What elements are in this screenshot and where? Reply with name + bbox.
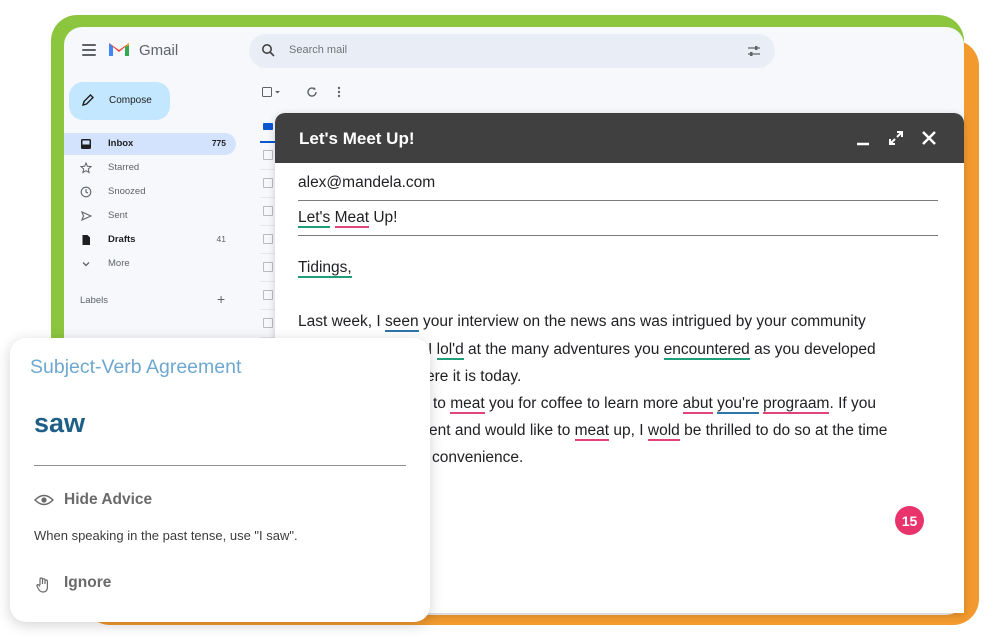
compose-button[interactable]: Compose <box>69 82 170 120</box>
nav-label: Sent <box>108 210 128 221</box>
compose-header: Let's Meet Up! <box>275 113 964 163</box>
greeting-line: Tidings, <box>298 259 352 278</box>
to-value: alex@mandela.com <box>298 174 436 191</box>
body-line-6: convenience. <box>432 449 524 466</box>
suggestion-category: Subject-Verb Agreement <box>30 356 242 378</box>
hide-advice-label: Hide Advice <box>64 491 153 508</box>
expand-icon[interactable] <box>888 130 904 146</box>
issue-word[interactable]: Meat <box>334 209 370 228</box>
issue-word[interactable]: lol'd <box>436 341 464 360</box>
compose-label: Compose <box>109 95 152 106</box>
hand-icon <box>36 577 48 593</box>
menu-icon[interactable] <box>82 44 96 59</box>
body-line-2: I lol'd at the many adventures you encou… <box>428 341 876 360</box>
subject-field[interactable]: Let's Meat Up! <box>298 201 938 236</box>
nav-item-snoozed[interactable]: Snoozed <box>64 181 236 203</box>
send-icon <box>81 210 92 222</box>
to-field[interactable]: alex@mandela.com <box>298 166 938 201</box>
subject-value: Let's Meat Up! <box>298 209 398 228</box>
clock-icon <box>80 186 92 198</box>
row-checkbox[interactable] <box>263 234 273 244</box>
issue-word[interactable]: meat <box>450 395 485 414</box>
eye-icon <box>34 494 54 506</box>
draft-icon <box>82 235 90 245</box>
nav-label: Inbox <box>108 138 134 149</box>
search-bar[interactable]: Search mail <box>249 34 775 68</box>
nav-item-inbox[interactable]: Inbox 775 <box>64 133 236 155</box>
nav-item-drafts[interactable]: Drafts 41 <box>64 229 236 251</box>
star-icon <box>80 162 92 174</box>
minimize-icon[interactable] <box>855 130 871 146</box>
nav-count: 775 <box>211 138 226 148</box>
nav-item-starred[interactable]: Starred <box>64 157 236 179</box>
issue-word[interactable]: wold <box>647 422 680 441</box>
nav-label: Drafts <box>108 234 136 245</box>
issue-word[interactable]: Tidings, <box>298 259 352 278</box>
subject-text: Up! <box>369 209 398 226</box>
issue-word[interactable]: abut <box>682 395 713 414</box>
nav-count: 41 <box>216 234 226 244</box>
suggestion-card: Subject-Verb Agreement saw Hide Advice W… <box>10 338 430 622</box>
chevron-down-icon <box>82 262 90 267</box>
nav-item-sent[interactable]: Sent <box>64 205 236 227</box>
nav-item-more[interactable]: More <box>64 253 236 275</box>
select-checkbox-icon[interactable] <box>262 87 282 98</box>
issue-word[interactable]: encountered <box>663 341 750 360</box>
issue-word[interactable]: you're <box>717 395 759 414</box>
compose-title: Let's Meet Up! <box>299 129 415 148</box>
body-line-4: to meat you for coffee to learn more abu… <box>433 395 876 414</box>
issue-word[interactable]: prograam <box>763 395 830 414</box>
nav-label: More <box>108 258 130 269</box>
nav-label: Snoozed <box>108 186 146 197</box>
row-checkbox[interactable] <box>263 150 273 160</box>
search-input[interactable]: Search mail <box>289 44 347 56</box>
issue-word[interactable]: seen <box>385 313 419 332</box>
row-checkbox[interactable] <box>263 178 273 188</box>
search-options-icon[interactable] <box>747 44 761 58</box>
inbox-icon <box>81 139 91 149</box>
subject-text <box>330 209 334 226</box>
list-toolbar <box>262 85 382 101</box>
body-line-1: Last week, I seen your interview on the … <box>298 313 866 332</box>
issue-word[interactable]: Let's <box>298 209 331 228</box>
refresh-icon[interactable] <box>306 86 318 98</box>
inbox-tab-icon <box>263 123 273 130</box>
pencil-icon <box>81 94 94 107</box>
gmail-logo-icon <box>109 43 129 56</box>
close-icon[interactable] <box>921 130 937 146</box>
issue-count-badge[interactable]: 15 <box>895 506 924 535</box>
add-label-icon[interactable]: + <box>217 291 225 307</box>
ignore-label: Ignore <box>64 574 112 591</box>
suggestion-replacement[interactable]: saw <box>34 408 85 439</box>
more-vert-icon[interactable] <box>337 86 341 98</box>
issue-word[interactable]: meat <box>574 422 610 441</box>
row-checkbox[interactable] <box>263 206 273 216</box>
gmail-brand: Gmail <box>139 42 179 59</box>
body-line-5: ent and would like to meat up, I wold be… <box>429 422 888 441</box>
search-icon[interactable] <box>261 43 275 57</box>
card-divider <box>34 465 406 466</box>
body-line-3: ere it is today. <box>426 368 522 385</box>
advice-text: When speaking in the past tense, use "I … <box>34 528 298 543</box>
nav-label: Starred <box>108 162 140 173</box>
row-checkbox[interactable] <box>263 318 273 328</box>
row-checkbox[interactable] <box>263 290 273 300</box>
labels-header: Labels <box>80 295 108 306</box>
row-checkbox[interactable] <box>263 262 273 272</box>
